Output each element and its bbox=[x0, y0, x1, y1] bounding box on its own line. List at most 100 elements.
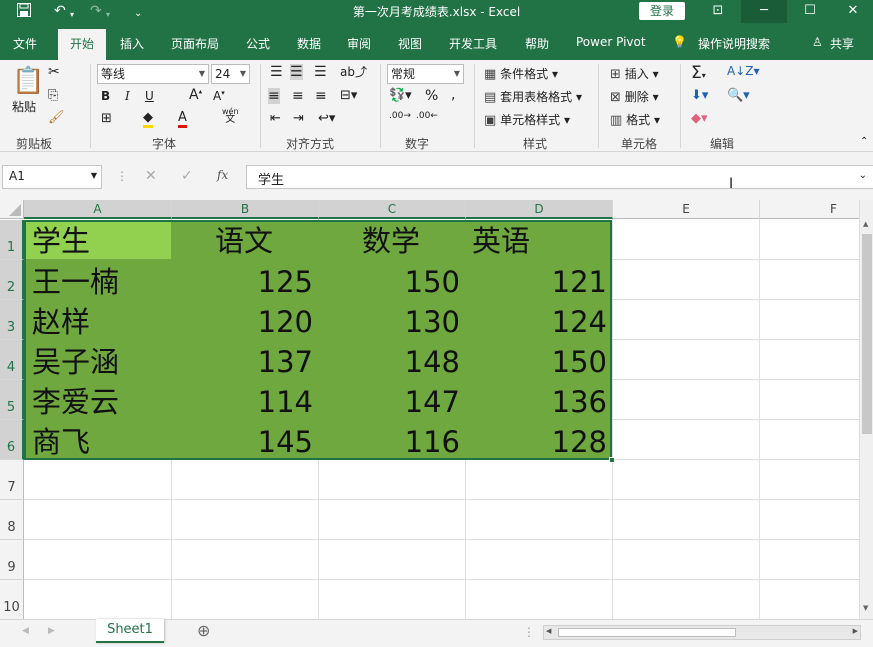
cell-b4[interactable]: 137 bbox=[175, 342, 313, 382]
cell-d2[interactable]: 121 bbox=[469, 262, 607, 302]
collapse-ribbon-icon[interactable]: ⌃ bbox=[860, 136, 868, 147]
paste-button[interactable]: 粘贴 bbox=[12, 98, 36, 115]
cell-b5[interactable]: 114 bbox=[175, 382, 313, 422]
row-header-10[interactable]: 10 bbox=[0, 580, 24, 620]
accounting-format-icon[interactable]: 💱▾ bbox=[389, 88, 412, 103]
cell-d4[interactable]: 150 bbox=[469, 342, 607, 382]
cell-a3[interactable]: 赵样 bbox=[32, 302, 90, 342]
format-painter-icon[interactable]: 🖌 bbox=[48, 110, 65, 125]
cell-d3[interactable]: 124 bbox=[469, 302, 607, 342]
paste-icon[interactable]: 📋 bbox=[12, 66, 44, 96]
tab-insert[interactable]: 插入 bbox=[120, 35, 144, 52]
minimize-button[interactable]: ─ bbox=[741, 0, 787, 23]
decrease-decimal-icon[interactable]: .00← bbox=[416, 111, 438, 121]
tab-data[interactable]: 数据 bbox=[297, 35, 321, 52]
cell-c4[interactable]: 148 bbox=[322, 342, 460, 382]
cut-icon[interactable]: ✂ bbox=[48, 64, 60, 80]
cell-c2[interactable]: 150 bbox=[322, 262, 460, 302]
cell-b1[interactable]: 语文 bbox=[215, 221, 273, 261]
row-header-1[interactable]: 1 bbox=[0, 220, 24, 260]
sheet-tab-sheet1[interactable]: Sheet1 bbox=[96, 619, 164, 643]
vertical-scroll-thumb[interactable] bbox=[862, 234, 872, 434]
underline-icon[interactable]: U bbox=[145, 89, 154, 103]
tab-formulas[interactable]: 公式 bbox=[246, 35, 270, 52]
align-left-icon[interactable]: ≡ bbox=[268, 88, 280, 104]
delete-cells-button[interactable]: ⊠ 删除 ▾ bbox=[610, 88, 659, 105]
font-name-combo[interactable]: 等线 ▼ bbox=[97, 64, 209, 84]
column-header-d[interactable]: D bbox=[466, 200, 613, 219]
cell-a6[interactable]: 商飞 bbox=[32, 422, 90, 462]
font-color-icon[interactable]: A bbox=[178, 110, 187, 128]
autosum-icon[interactable]: Σ▾ bbox=[691, 63, 706, 83]
column-header-f[interactable]: F bbox=[760, 200, 873, 219]
prev-sheet-icon[interactable]: ◀ bbox=[22, 626, 29, 636]
tab-power-pivot[interactable]: Power Pivot bbox=[576, 35, 646, 49]
decrease-font-icon[interactable]: A▾ bbox=[213, 89, 225, 103]
cell-a1[interactable]: 学生 bbox=[32, 221, 90, 261]
cancel-icon[interactable]: ✕ bbox=[145, 168, 157, 184]
fill-handle[interactable] bbox=[609, 457, 615, 463]
orientation-icon[interactable]: ab⤴ bbox=[340, 63, 367, 80]
splitter-icon[interactable]: ⋮ bbox=[523, 625, 535, 639]
formula-input[interactable]: 学生 ⌄ bbox=[246, 165, 873, 189]
share-button[interactable]: 共享 bbox=[830, 35, 854, 52]
row-header-3[interactable]: 3 bbox=[0, 300, 24, 340]
tab-help[interactable]: 帮助 bbox=[525, 35, 549, 52]
increase-indent-icon[interactable]: ⇥ bbox=[293, 111, 304, 126]
insert-function-icon[interactable]: fx bbox=[217, 168, 228, 182]
column-header-c[interactable]: C bbox=[319, 200, 466, 219]
select-all-corner[interactable] bbox=[0, 200, 24, 219]
cell-d5[interactable]: 136 bbox=[469, 382, 607, 422]
add-sheet-icon[interactable]: ⊕ bbox=[197, 621, 210, 640]
tell-me-search[interactable]: 操作说明搜索 bbox=[698, 35, 770, 52]
format-cells-button[interactable]: ▥ 格式 ▾ bbox=[610, 111, 660, 128]
find-select-icon[interactable]: 🔍▾ bbox=[727, 88, 750, 103]
cell-d1[interactable]: 英语 bbox=[472, 221, 530, 261]
align-center-icon[interactable]: ≡ bbox=[292, 88, 304, 104]
tab-page-layout[interactable]: 页面布局 bbox=[171, 35, 219, 52]
column-header-b[interactable]: B bbox=[172, 200, 319, 219]
align-right-icon[interactable]: ≡ bbox=[315, 88, 327, 104]
scroll-right-icon[interactable]: ▶ bbox=[853, 627, 858, 635]
row-header-5[interactable]: 5 bbox=[0, 380, 24, 420]
restore-button[interactable]: ☐ bbox=[787, 0, 833, 23]
font-size-combo[interactable]: 24 ▼ bbox=[211, 64, 250, 84]
increase-font-icon[interactable]: A▴ bbox=[189, 87, 202, 103]
border-icon[interactable]: ⊞ bbox=[101, 111, 112, 126]
fill-color-icon[interactable]: ◆ bbox=[143, 110, 153, 128]
next-sheet-icon[interactable]: ▶ bbox=[48, 626, 55, 636]
row-header-7[interactable]: 7 bbox=[0, 460, 24, 500]
copy-icon[interactable]: ⎘ bbox=[48, 88, 58, 103]
tab-view[interactable]: 视图 bbox=[398, 35, 422, 52]
scroll-left-icon[interactable]: ◀ bbox=[546, 627, 551, 635]
cell-b2[interactable]: 125 bbox=[175, 262, 313, 302]
fill-icon[interactable]: ⬇▾ bbox=[691, 88, 708, 103]
cell-styles-button[interactable]: ▣ 单元格样式 ▾ bbox=[484, 111, 570, 128]
increase-decimal-icon[interactable]: .00→ bbox=[389, 111, 411, 121]
merge-center-icon[interactable]: ⊟▾ bbox=[340, 88, 357, 103]
cell-c6[interactable]: 116 bbox=[322, 422, 460, 462]
align-bottom-icon[interactable]: ☰ bbox=[314, 64, 327, 80]
tab-file[interactable]: 文件 bbox=[13, 35, 37, 52]
insert-cells-button[interactable]: ⊞ 插入 ▾ bbox=[610, 65, 659, 82]
align-top-icon[interactable]: ☰ bbox=[270, 64, 283, 80]
italic-icon[interactable]: I bbox=[125, 89, 130, 103]
column-header-a[interactable]: A bbox=[24, 200, 172, 219]
tab-home[interactable]: 开始 bbox=[58, 29, 106, 60]
cell-c1[interactable]: 数学 bbox=[362, 221, 420, 261]
conditional-format-button[interactable]: ▦ 条件格式 ▾ bbox=[484, 65, 558, 82]
name-box[interactable]: A1 ▼ bbox=[2, 165, 102, 189]
horizontal-scrollbar[interactable]: ◀ ▶ bbox=[543, 625, 861, 640]
close-button[interactable]: ✕ bbox=[833, 0, 873, 23]
ribbon-display-icon[interactable]: ⊡ bbox=[695, 0, 741, 23]
scroll-up-icon[interactable]: ▲ bbox=[863, 220, 868, 228]
horizontal-scroll-thumb[interactable] bbox=[558, 628, 736, 637]
scroll-down-icon[interactable]: ▼ bbox=[863, 604, 868, 612]
vertical-scrollbar[interactable]: ▲ ▼ bbox=[859, 200, 873, 619]
cell-a4[interactable]: 吴子涵 bbox=[32, 342, 119, 382]
percent-icon[interactable]: % bbox=[425, 88, 438, 104]
expand-formula-icon[interactable]: ⌄ bbox=[859, 170, 867, 181]
cell-d6[interactable]: 128 bbox=[469, 422, 607, 462]
cell-a5[interactable]: 李爱云 bbox=[32, 382, 119, 422]
format-as-table-button[interactable]: ▤ 套用表格格式 ▾ bbox=[484, 88, 582, 105]
